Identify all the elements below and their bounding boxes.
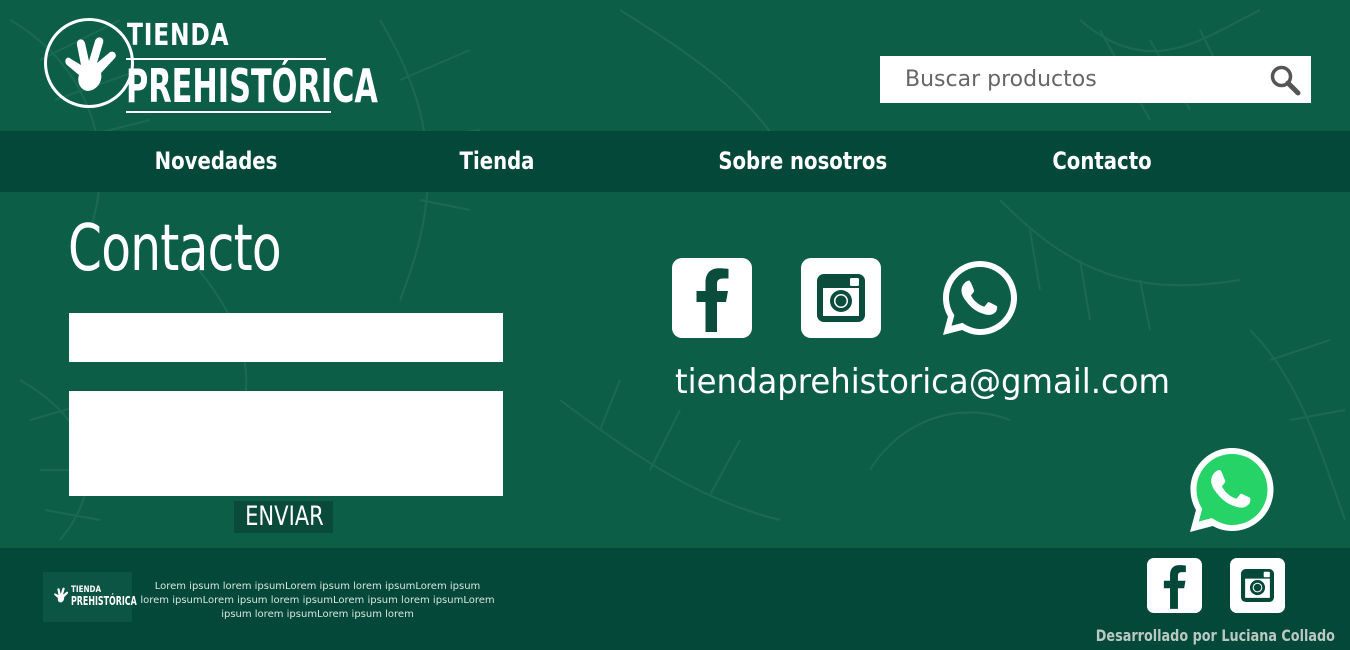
whatsapp-icon[interactable] xyxy=(940,258,1020,338)
footer-logo[interactable]: TIENDA PREHISTÓRICA xyxy=(43,572,137,622)
send-button[interactable]: ENVIAR xyxy=(234,501,333,533)
facebook-icon[interactable] xyxy=(672,258,752,338)
footer-instagram-icon[interactable] xyxy=(1230,558,1285,613)
footer-logo-text-prehistorica: PREHISTÓRICA xyxy=(71,594,137,608)
search-box xyxy=(880,56,1311,103)
logo-divider-bottom xyxy=(126,111,331,113)
footprint-icon xyxy=(54,587,69,603)
site-logo[interactable]: TIENDA PREHISTÓRICA xyxy=(44,18,378,116)
footer-description: Lorem ipsum lorem ipsumLorem ipsum lorem… xyxy=(140,581,495,620)
footprint-icon xyxy=(65,37,116,91)
nav-item-novedades[interactable]: Novedades xyxy=(145,131,286,192)
logo-text-prehistorica: PREHISTÓRICA xyxy=(126,59,378,113)
contact-email[interactable]: tiendaprehistorica@gmail.com xyxy=(675,362,1170,402)
nav-item-contacto[interactable]: Contacto xyxy=(1043,131,1161,192)
dinosaur-footprint-logo-icon xyxy=(44,18,134,108)
page-title: Contacto xyxy=(68,212,282,286)
search-input[interactable] xyxy=(880,56,1250,103)
main-nav: Novedades Tienda Sobre nosotros Contacto xyxy=(0,131,1350,192)
site-footer: TIENDA PREHISTÓRICA Lorem ipsum lorem ip… xyxy=(0,548,1350,650)
send-button-label: ENVIAR xyxy=(245,501,324,532)
nav-item-sobre-nosotros[interactable]: Sobre nosotros xyxy=(718,131,887,192)
developer-credit: Desarrollado por Luciana Collado xyxy=(1095,626,1335,645)
name-field[interactable] xyxy=(69,313,503,362)
message-field[interactable] xyxy=(69,391,503,496)
footer-facebook-icon[interactable] xyxy=(1147,558,1202,613)
whatsapp-floating-button-icon[interactable] xyxy=(1188,446,1276,534)
logo-text-tienda: TIENDA xyxy=(127,18,230,53)
instagram-icon[interactable] xyxy=(801,258,881,338)
search-icon[interactable] xyxy=(1269,64,1301,96)
site-header: TIENDA PREHISTÓRICA xyxy=(0,0,1350,131)
nav-item-tienda[interactable]: Tienda xyxy=(442,131,552,192)
